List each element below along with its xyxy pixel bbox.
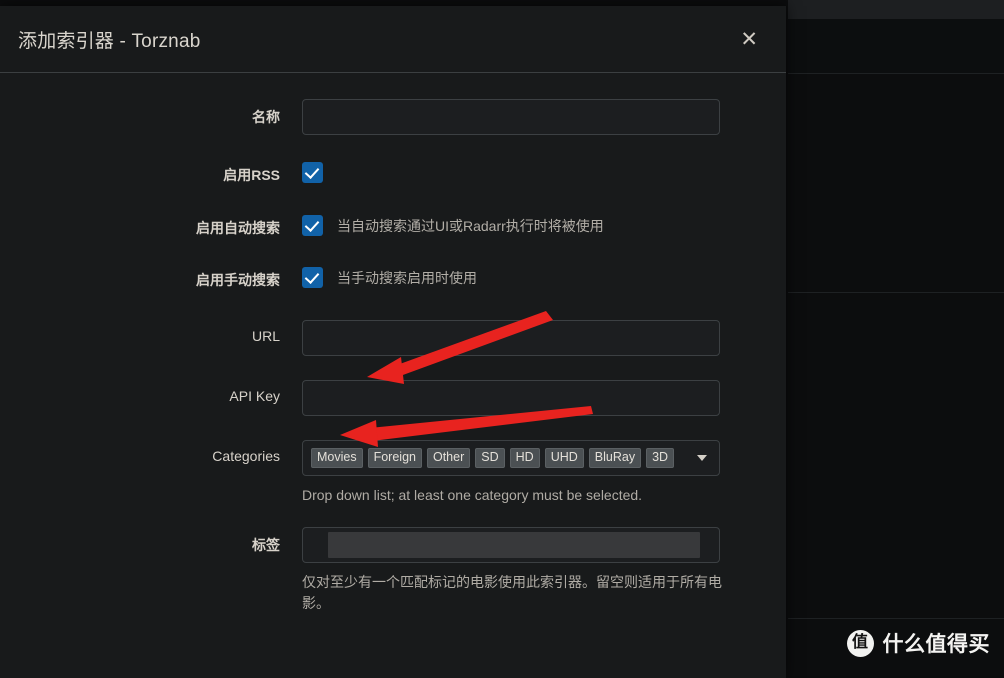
watermark-text: 什么值得买 — [883, 628, 991, 658]
backdrop-divider-3 — [788, 618, 1004, 619]
enable-automatic-search-help: 当自动搜索通过UI或Radarr执行时将被使用 — [337, 216, 604, 236]
category-tag[interactable]: UHD — [545, 448, 584, 469]
enable-automatic-search-line: 当自动搜索通过UI或Radarr执行时将被使用 — [302, 210, 740, 236]
api-key-field-wrap — [302, 380, 740, 416]
enable-automatic-search-field-wrap: 当自动搜索通过UI或Radarr执行时将被使用 — [302, 210, 740, 236]
backdrop-topbar — [788, 0, 1004, 19]
watermark-logo-icon: 值 — [847, 630, 874, 657]
close-icon[interactable]: ✕ — [734, 25, 764, 54]
tags-label: 标签 — [0, 527, 302, 555]
modal-title: 添加索引器 - Torznab — [18, 26, 200, 53]
form-row-categories: Categories MoviesForeignOtherSD HDUHDBluR… — [0, 440, 740, 505]
enable-interactive-search-line: 当手动搜索启用时使用 — [302, 262, 740, 288]
tags-help: 仅对至少有一个匹配标记的电影使用此索引器。留空则适用于所有电影。 — [302, 572, 722, 613]
chevron-down-icon[interactable] — [697, 455, 707, 461]
modal-body: 名称 启用RSS 启用自动搜索 当自动搜索通过UI或Radarr执行时将被使用 — [0, 73, 786, 613]
categories-help: Drop down list; at least one category mu… — [302, 485, 722, 505]
name-field-wrap — [302, 99, 740, 135]
categories-label: Categories — [0, 440, 302, 464]
categories-field-wrap: MoviesForeignOtherSD HDUHDBluRay3D Drop d… — [302, 440, 740, 505]
url-label: URL — [0, 320, 302, 344]
watermark: 值 什么值得买 — [847, 628, 991, 658]
backdrop-divider-1 — [788, 73, 1004, 74]
add-indexer-modal: 添加索引器 - Torznab ✕ 名称 启用RSS 启用自动搜索 — [0, 6, 786, 678]
categories-tag-list: MoviesForeignOtherSD HDUHDBluRay3D — [311, 448, 687, 469]
tags-input-inner[interactable] — [328, 532, 700, 558]
form-row-enable-interactive-search: 启用手动搜索 当手动搜索启用时使用 — [0, 262, 740, 290]
backdrop-section-header — [788, 19, 1004, 73]
form-row-api-key: API Key — [0, 380, 740, 416]
url-field-wrap — [302, 320, 740, 356]
enable-rss-line — [302, 157, 740, 183]
category-tag[interactable]: HD — [510, 448, 540, 469]
enable-rss-label: 启用RSS — [0, 157, 302, 185]
enable-interactive-search-help: 当手动搜索启用时使用 — [337, 268, 477, 288]
form-row-url: URL — [0, 320, 740, 356]
enable-interactive-search-checkbox[interactable] — [302, 267, 323, 288]
name-label: 名称 — [0, 99, 302, 127]
modal-header: 添加索引器 - Torznab ✕ — [0, 6, 786, 73]
form-row-tags: 标签 仅对至少有一个匹配标记的电影使用此索引器。留空则适用于所有电影。 — [0, 527, 740, 613]
enable-interactive-search-label: 启用手动搜索 — [0, 262, 302, 290]
enable-rss-checkbox[interactable] — [302, 162, 323, 183]
category-tag[interactable]: Movies — [311, 448, 363, 469]
category-tag[interactable]: Foreign — [368, 448, 422, 469]
enable-automatic-search-checkbox[interactable] — [302, 215, 323, 236]
categories-select[interactable]: MoviesForeignOtherSD HDUHDBluRay3D — [302, 440, 720, 476]
form-row-enable-automatic-search: 启用自动搜索 当自动搜索通过UI或Radarr执行时将被使用 — [0, 210, 740, 238]
name-input[interactable] — [302, 99, 720, 135]
category-tag[interactable]: BluRay — [589, 448, 641, 469]
backdrop-divider-2 — [788, 292, 1004, 293]
url-input[interactable] — [302, 320, 720, 356]
category-tag[interactable]: Other — [427, 448, 470, 469]
enable-interactive-search-field-wrap: 当手动搜索启用时使用 — [302, 262, 740, 288]
form-row-enable-rss: 启用RSS — [0, 157, 740, 185]
api-key-label: API Key — [0, 380, 302, 404]
api-key-input[interactable] — [302, 380, 720, 416]
form-row-name: 名称 — [0, 99, 740, 135]
enable-automatic-search-label: 启用自动搜索 — [0, 210, 302, 238]
category-tag[interactable]: SD — [475, 448, 504, 469]
tags-field-wrap: 仅对至少有一个匹配标记的电影使用此索引器。留空则适用于所有电影。 — [302, 527, 740, 613]
category-tag[interactable]: 3D — [646, 448, 674, 469]
tags-input[interactable] — [302, 527, 720, 563]
enable-rss-field-wrap — [302, 157, 740, 183]
